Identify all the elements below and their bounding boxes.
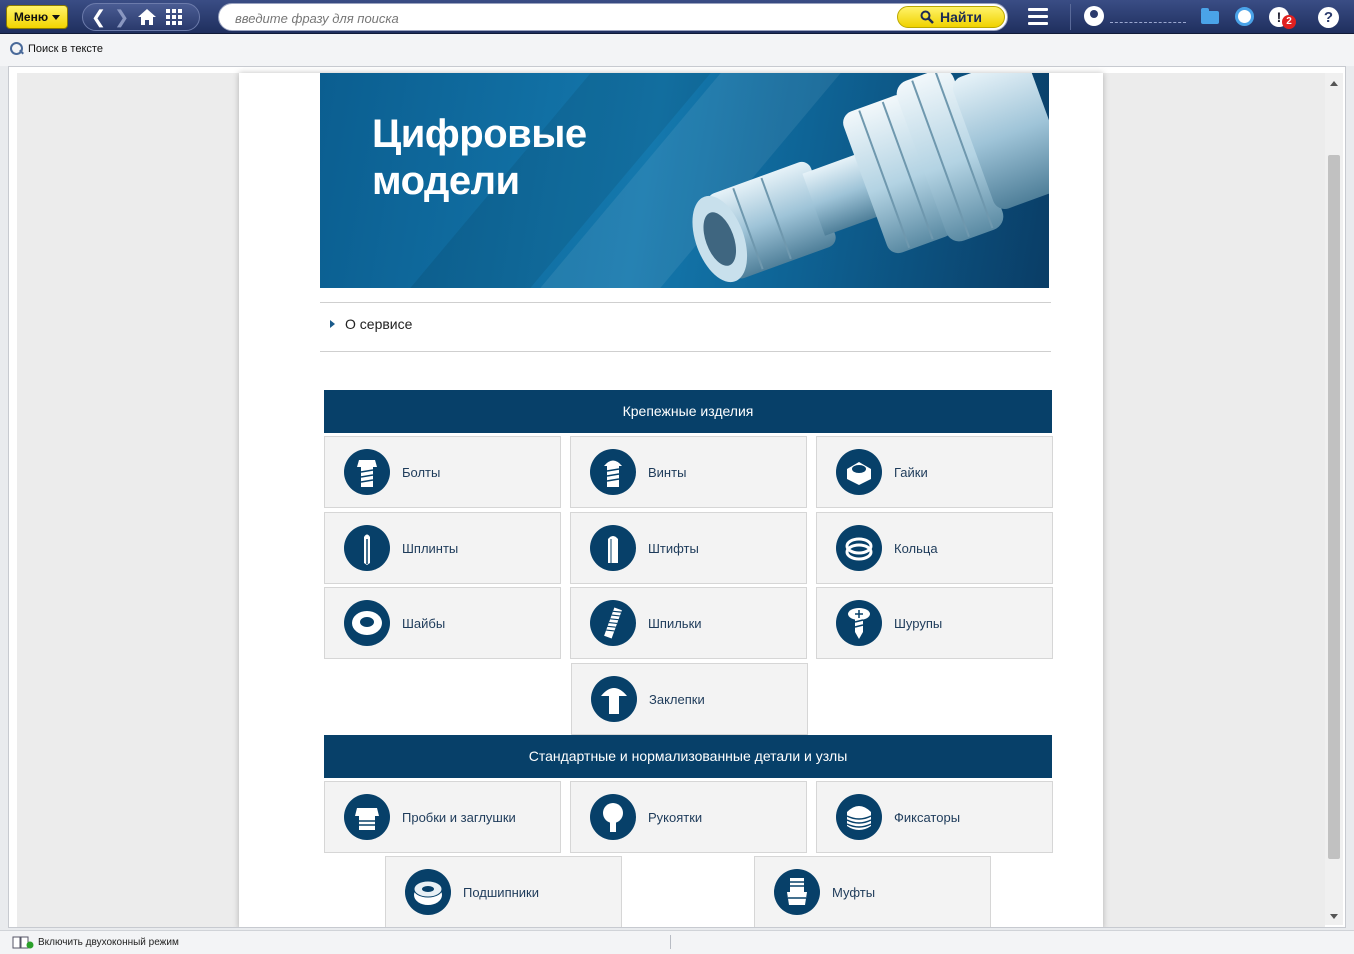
find-button[interactable]: Найти xyxy=(897,6,1005,28)
apps-grid-icon[interactable] xyxy=(165,8,183,26)
catalog-item[interactable]: Шайбы xyxy=(324,587,561,659)
notifications-badge: 2 xyxy=(1282,15,1296,29)
section-header-fasteners: Крепежные изделия xyxy=(324,390,1052,433)
catalog-item[interactable]: Шурупы xyxy=(816,587,1053,659)
section-header-standard-parts: Стандартные и нормализованные детали и у… xyxy=(324,735,1052,778)
catalog-item-label: Шпильки xyxy=(648,615,702,631)
help-icon[interactable]: ? xyxy=(1317,6,1339,28)
status-bar: Включить двухоконный режим xyxy=(0,930,1354,954)
page-margin-right xyxy=(1103,73,1325,927)
document-page: Цифровые модели О сервисе Крепежные изде… xyxy=(239,73,1103,927)
bearing-icon xyxy=(405,869,451,915)
main-toolbar: Меню ❮ ❯ Найти ! xyxy=(0,0,1354,34)
hamburger-menu-icon[interactable] xyxy=(1028,8,1048,26)
banner-title: Цифровые модели xyxy=(372,112,587,203)
home-icon[interactable] xyxy=(137,8,157,26)
user-avatar-icon xyxy=(1084,6,1104,26)
coupling-icon xyxy=(774,869,820,915)
divider xyxy=(320,351,1051,352)
catalog-item-label: Кольца xyxy=(894,540,938,556)
find-button-label: Найти xyxy=(940,9,982,25)
catalog-item-label: Шплинты xyxy=(402,540,459,556)
vertical-scrollbar[interactable] xyxy=(1325,73,1343,925)
ring-icon xyxy=(836,525,882,571)
chevron-down-icon xyxy=(52,14,61,20)
forward-icon[interactable]: ❯ xyxy=(114,8,129,26)
cotter-pin-icon xyxy=(344,525,390,571)
pipe-coupling-illustration xyxy=(692,73,1049,283)
catalog-item[interactable]: Болты xyxy=(324,436,561,508)
catalog-item[interactable]: Заклепки xyxy=(571,663,808,735)
stud-icon xyxy=(590,600,636,646)
status-divider xyxy=(670,935,671,949)
search-input[interactable] xyxy=(235,8,895,28)
scrollbar-thumb[interactable] xyxy=(1328,155,1340,859)
catalog-item-label: Муфты xyxy=(832,884,876,900)
search-in-text-label: Поиск в тексте xyxy=(28,43,103,55)
document-viewer: Цифровые модели О сервисе Крепежные изде… xyxy=(8,66,1346,928)
catalog-item[interactable]: Фиксаторы xyxy=(816,781,1053,853)
menu-button-label: Меню xyxy=(13,10,49,24)
toolbar-divider xyxy=(1070,4,1071,30)
dual-window-toggle[interactable]: Включить двухоконный режим xyxy=(12,936,179,949)
catalog-item-label: Заклепки xyxy=(649,691,705,707)
catalog-item-label: Фиксаторы xyxy=(894,809,961,825)
back-icon[interactable]: ❮ xyxy=(91,8,106,26)
catalog-item[interactable]: Штифты xyxy=(570,512,807,584)
user-account[interactable] xyxy=(1084,6,1186,26)
dual-window-label: Включить двухоконный режим xyxy=(38,937,179,948)
document-toolbar: Поиск в тексте xyxy=(0,34,1354,66)
rivet-icon xyxy=(591,676,637,722)
pin-icon xyxy=(590,525,636,571)
retainer-icon xyxy=(836,794,882,840)
plug-icon xyxy=(344,794,390,840)
catalog-item-label: Подшипники xyxy=(463,884,539,900)
page-margin-left xyxy=(17,73,245,927)
dual-window-icon xyxy=(12,936,34,949)
magnifier-icon xyxy=(10,42,24,56)
history-clock-icon[interactable] xyxy=(1234,6,1256,28)
search-icon xyxy=(920,10,934,24)
about-service-label: О сервисе xyxy=(345,316,413,332)
catalog-item[interactable]: Рукоятки xyxy=(570,781,807,853)
wood-screw-icon xyxy=(836,600,882,646)
bolt-icon xyxy=(344,449,390,495)
catalog-item[interactable]: Пробки и заглушки xyxy=(324,781,561,853)
catalog-item-label: Штифты xyxy=(648,540,699,556)
scroll-up-icon[interactable] xyxy=(1330,81,1338,86)
navigation-group: ❮ ❯ xyxy=(82,3,200,31)
folder-icon[interactable] xyxy=(1200,6,1222,28)
handle-icon xyxy=(590,794,636,840)
catalog-item-label: Шайбы xyxy=(402,615,446,631)
search-bar: Найти xyxy=(218,3,1008,31)
caret-right-icon xyxy=(330,320,335,328)
catalog-item[interactable]: Гайки xyxy=(816,436,1053,508)
screw-icon xyxy=(590,449,636,495)
divider xyxy=(320,302,1051,303)
catalog-item-label: Болты xyxy=(402,464,441,480)
catalog-item[interactable]: Муфты xyxy=(754,856,991,927)
catalog-item[interactable]: Винты xyxy=(570,436,807,508)
catalog-item[interactable]: Подшипники xyxy=(385,856,622,927)
search-in-text-button[interactable]: Поиск в тексте xyxy=(10,42,103,56)
catalog-item-label: Пробки и заглушки xyxy=(402,809,516,825)
scroll-down-icon[interactable] xyxy=(1330,914,1338,919)
catalog-item-label: Шурупы xyxy=(894,615,943,631)
washer-icon xyxy=(344,600,390,646)
catalog-item-label: Винты xyxy=(648,464,687,480)
hero-banner: Цифровые модели xyxy=(320,73,1049,288)
about-service-link[interactable]: О сервисе xyxy=(330,316,412,332)
menu-button[interactable]: Меню xyxy=(6,5,68,29)
catalog-item[interactable]: Шпильки xyxy=(570,587,807,659)
catalog-item-label: Рукоятки xyxy=(648,809,703,825)
catalog-item-label: Гайки xyxy=(894,464,928,480)
catalog-item[interactable]: Шплинты xyxy=(324,512,561,584)
catalog-item[interactable]: Кольца xyxy=(816,512,1053,584)
user-name-redacted xyxy=(1110,19,1186,23)
nut-icon xyxy=(836,449,882,495)
